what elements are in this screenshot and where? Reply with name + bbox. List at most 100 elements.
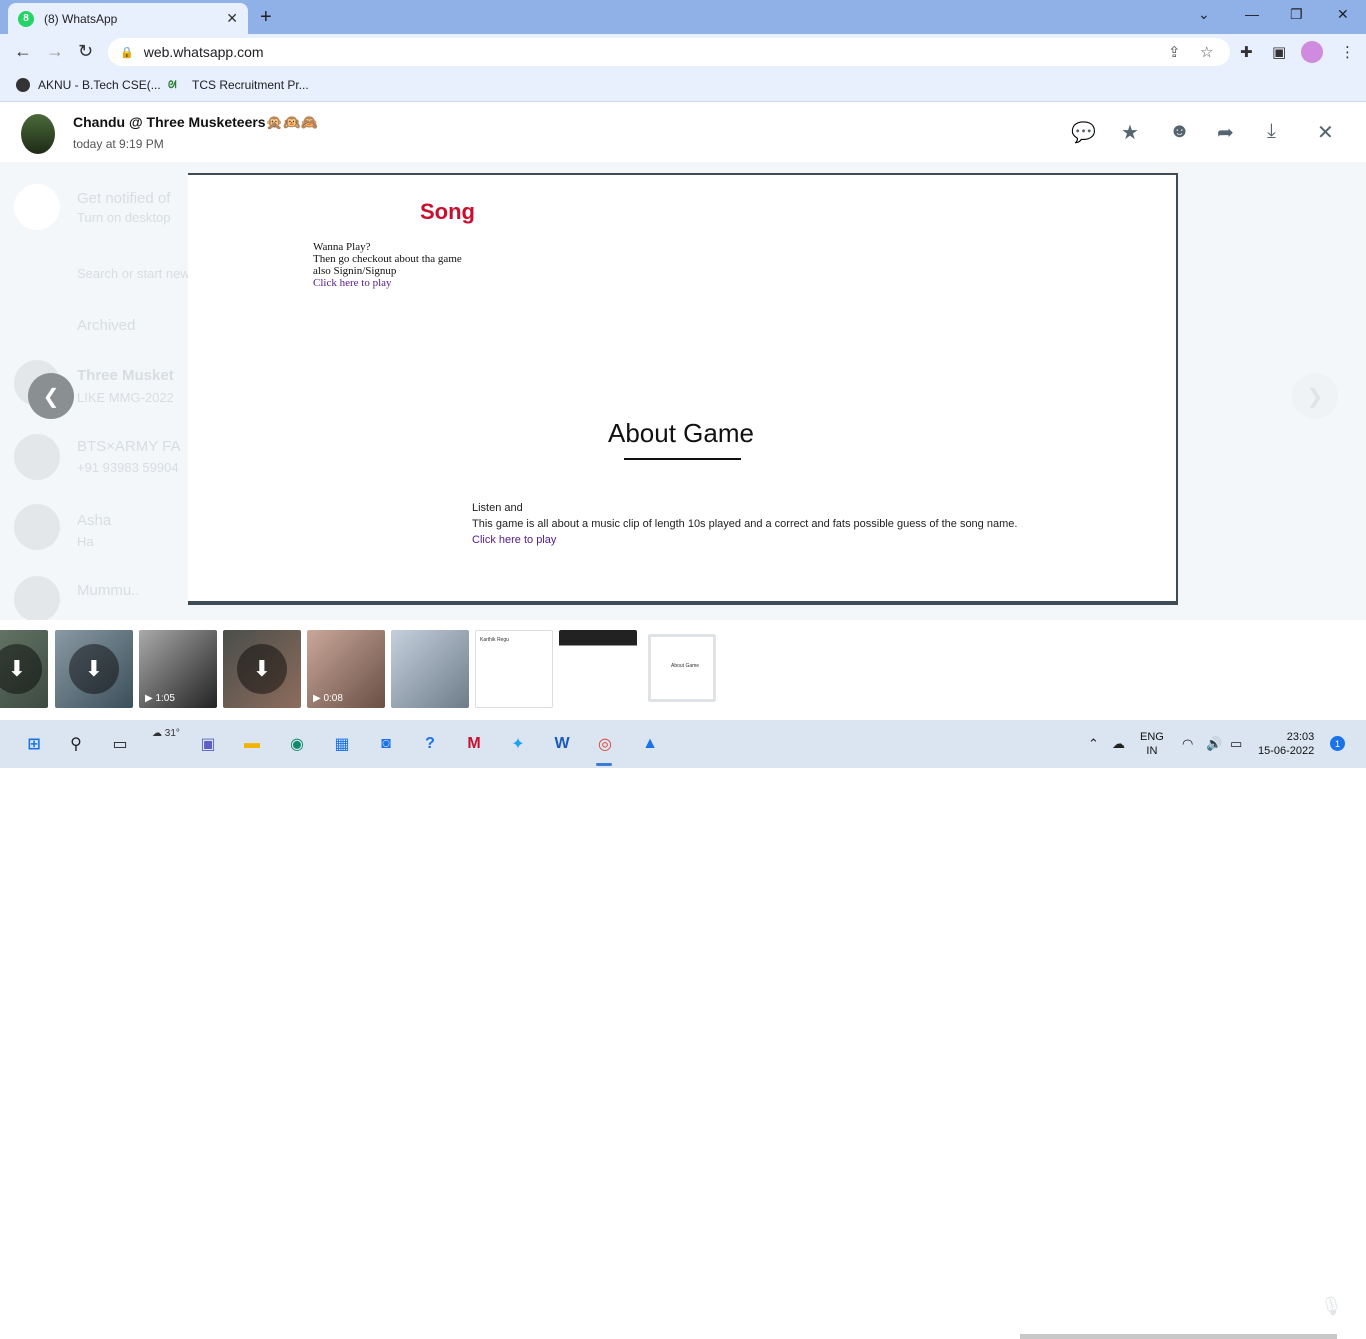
weather-widget[interactable]: ☁ 31° [152, 728, 180, 739]
tcs-icon: ᘛ [168, 80, 177, 91]
bookmarks-bar: AKNU - B.Tech CSE(... ᘛ TCS Recruitment … [0, 70, 1366, 102]
bookmark-star-icon[interactable]: ☆ [1200, 43, 1213, 61]
language-indicator[interactable]: ENG IN [1140, 730, 1164, 758]
windows-taskbar: ⊞ ⚲ ▭ ☁ 31° ▣ ▬ ◉ ▦ ◙ ? M ✦ W ◎ ▲ ⌃ ☁ EN… [0, 720, 1366, 768]
teams-icon[interactable]: ▣ [196, 732, 220, 756]
help-icon[interactable]: ? [418, 732, 442, 756]
address-bar[interactable]: 🔒 web.whatsapp.com [108, 38, 1230, 66]
chrome-icon[interactable]: ◎ [593, 732, 617, 756]
ghost-chat-preview: LIKE MMG-2022 [77, 390, 174, 405]
minimize-icon[interactable]: — [1245, 6, 1259, 22]
url-text: web.whatsapp.com [143, 44, 264, 60]
thumbnail-strip: ⬇ ⬇ ▶ 1:05 ⬇ ▶ 0:08 Karthik Regu About G… [0, 620, 1366, 1339]
browser-toolbar: ← → ↻ 🔒 web.whatsapp.com ⇪ ☆ ✚ ▣ ⋮ [0, 34, 1366, 70]
ghost-chat-name: Three Musket [77, 367, 174, 384]
video-duration: ▶ 1:05 [145, 693, 175, 704]
tab-title: (8) WhatsApp [44, 11, 118, 26]
back-icon[interactable]: ← [14, 41, 32, 62]
restore-icon[interactable]: ❐ [1290, 6, 1303, 23]
browser-tab-bar: 8 (8) WhatsApp ✕ + ⌄ — ❐ ✕ [0, 0, 1366, 34]
media-viewer-header: Chandu @ Three Musketeers🙊🙉🙈 today at 9:… [0, 102, 1366, 162]
battery-icon[interactable]: ▭ [1230, 736, 1242, 752]
thumbnail[interactable] [391, 630, 469, 708]
video-duration: ▶ 0:08 [313, 693, 343, 704]
ghost-archived: Archived [77, 317, 136, 334]
reload-icon[interactable]: ↻ [78, 41, 93, 62]
ghost-chat-preview: Turn on desktop [77, 210, 171, 225]
thumbnail[interactable]: ⬇ [223, 630, 301, 708]
close-tab-icon[interactable]: ✕ [226, 10, 238, 27]
mcafee-icon[interactable]: M [462, 732, 486, 756]
react-emoji-icon[interactable]: ☻ [1169, 120, 1190, 143]
new-tab-icon[interactable]: + [260, 6, 272, 29]
star-icon[interactable]: ★ [1121, 120, 1139, 145]
profile-avatar[interactable] [1301, 41, 1323, 63]
chevron-down-icon[interactable]: ⌄ [1198, 6, 1210, 23]
forward-icon[interactable]: → [46, 41, 64, 62]
file-explorer-icon[interactable]: ▬ [240, 732, 264, 756]
about-game-heading: About Game [608, 418, 754, 448]
song-heading: Song [420, 199, 475, 224]
thumbnail[interactable]: ⬇ [55, 630, 133, 708]
go-to-message-icon[interactable]: 💬 [1071, 120, 1096, 145]
whatsapp-icon: 8 [18, 10, 34, 27]
ghost-chat-name: BTS×ARMY FA [77, 438, 181, 455]
task-view-icon[interactable]: ▭ [108, 732, 132, 756]
ghost-chat-name: Mummu.. [77, 582, 140, 599]
word-icon[interactable]: W [550, 732, 574, 756]
ghost-avatar [14, 184, 60, 230]
download-icon[interactable]: ⬇ [237, 644, 287, 694]
next-media-button[interactable]: ❯ [1292, 373, 1338, 419]
media-image[interactable]: Song Wanna Play? Then go checkout about … [188, 173, 1178, 605]
previous-media-button[interactable]: ❮ [28, 373, 74, 419]
share-icon[interactable]: ⇪ [1168, 43, 1181, 61]
menu-icon[interactable]: ⋮ [1340, 43, 1355, 61]
app-icon[interactable]: ◙ [374, 732, 398, 756]
volume-icon[interactable]: 🔊 [1206, 736, 1222, 752]
close-window-icon[interactable]: ✕ [1337, 6, 1349, 23]
twitter-icon[interactable]: ✦ [506, 732, 530, 756]
photos-icon[interactable]: ▲ [638, 732, 662, 756]
ghost-avatar [14, 504, 60, 550]
thumbnail-document[interactable]: Karthik Regu [475, 630, 553, 708]
search-icon[interactable]: ⚲ [64, 732, 88, 756]
active-app-indicator [596, 763, 612, 766]
tab-whatsapp[interactable]: 8 (8) WhatsApp ✕ [8, 3, 248, 34]
ghost-chat-preview: +91 93983 59904 [77, 460, 179, 475]
ghost-avatar [14, 434, 60, 480]
thumbnail[interactable] [559, 630, 637, 708]
close-icon[interactable]: ✕ [1317, 120, 1334, 145]
thumbnail-video[interactable]: ▶ 1:05 [139, 630, 217, 708]
avatar[interactable] [21, 114, 55, 154]
download-icon[interactable]: ⬇ [0, 644, 42, 694]
start-icon[interactable]: ⊞ [22, 732, 46, 756]
edge-icon[interactable]: ◉ [285, 732, 309, 756]
ghost-chat-preview: Ha [77, 534, 94, 549]
scrollbar[interactable] [1020, 1334, 1337, 1339]
thumbnail-selected[interactable]: About Game [648, 634, 716, 702]
forward-icon[interactable]: ➦ [1217, 120, 1234, 145]
chevron-up-icon[interactable]: ⌃ [1088, 736, 1099, 752]
ghost-chat-name: Asha [77, 512, 112, 529]
download-icon[interactable]: ⤓ [1267, 120, 1276, 143]
store-icon[interactable]: ▦ [330, 732, 354, 756]
onedrive-icon[interactable]: ☁ [1112, 736, 1125, 752]
notification-badge[interactable]: 1 [1330, 736, 1345, 751]
globe-icon [16, 78, 30, 92]
bookmark-tcs[interactable]: ᘛ TCS Recruitment Pr... [168, 78, 309, 92]
thumbnail[interactable]: ⬇ [0, 630, 48, 708]
bookmark-aknu[interactable]: AKNU - B.Tech CSE(... [16, 78, 161, 92]
microphone-icon: 🎙 [1320, 1296, 1343, 1316]
thumbnail-video[interactable]: ▶ 0:08 [307, 630, 385, 708]
wifi-icon[interactable]: ◠ [1182, 736, 1193, 752]
heading-underline [624, 458, 741, 460]
intro-text: Wanna Play? Then go checkout about tha g… [313, 241, 462, 289]
extensions-icon[interactable]: ✚ [1240, 43, 1253, 61]
message-timestamp: today at 9:19 PM [73, 137, 164, 151]
side-panel-icon[interactable]: ▣ [1272, 43, 1286, 61]
clock[interactable]: 23:03 15-06-2022 [1258, 730, 1314, 758]
sender-name: Chandu @ Three Musketeers🙊🙉🙈 [73, 114, 318, 130]
download-icon[interactable]: ⬇ [69, 644, 119, 694]
lock-icon[interactable]: 🔒 [120, 46, 134, 59]
ghost-chat-name: Get notified of [77, 190, 171, 207]
